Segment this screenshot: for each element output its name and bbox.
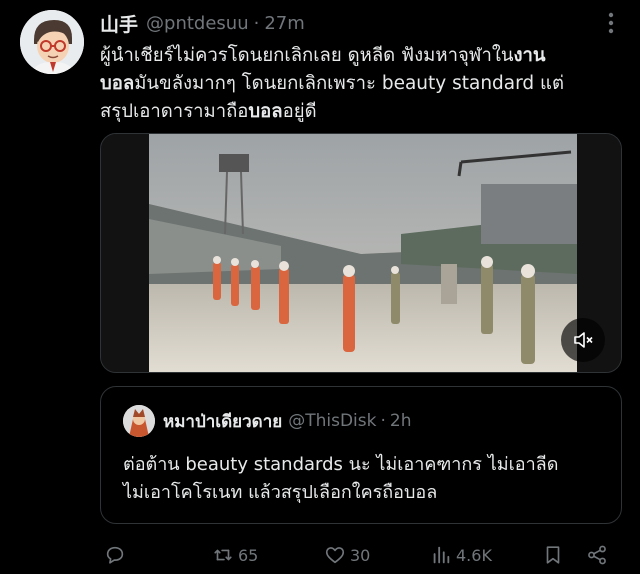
video-media[interactable]: [100, 133, 622, 373]
avatar[interactable]: [20, 10, 84, 74]
quote-handle[interactable]: @ThisDisk: [288, 411, 376, 431]
text-segment: สรุปเอาดารามาถือ: [100, 101, 249, 122]
bold-segment: งาน: [513, 45, 546, 66]
text-segment: ผู้นำเชียร์ไม่ควรโดนยกเลิกเลย ดูหลีด ฟัง…: [100, 45, 514, 66]
quote-text-line: ไม่เอาโคโรเนท แล้วสรุปเลือกใครถือบอล: [123, 482, 438, 503]
bookmark-icon: [546, 546, 560, 564]
text-segment: มันขลังมากๆ โดนยกเลิกเพราะ beauty standa…: [134, 73, 564, 94]
avatar-image: [20, 10, 84, 74]
quote-display-name[interactable]: หมาป่าเดียวดาย: [163, 408, 282, 435]
like-button[interactable]: 30: [324, 540, 370, 570]
retweet-button[interactable]: 65: [212, 540, 258, 570]
mute-icon: [574, 332, 593, 348]
quote-text-line: ต่อต้าน beauty standards นะ ไม่เอาคฑากร …: [123, 454, 559, 475]
quote-tweet[interactable]: หมาป่าเดียวดาย @ThisDisk · 2h ต่อต้าน be…: [100, 386, 622, 524]
retweet-count: 65: [238, 545, 259, 565]
retweet-icon: [214, 549, 232, 561]
more-icon: [608, 12, 614, 34]
separator-dot: ·: [380, 411, 386, 431]
tweet-text-line: บอลมันขลังมากๆ โดนยกเลิกเพราะ beauty sta…: [100, 70, 615, 98]
heart-icon: [325, 547, 345, 564]
quote-avatar[interactable]: [123, 405, 155, 437]
tweet-text-line: ผู้นำเชียร์ไม่ควรโดนยกเลิกเลย ดูหลีด ฟัง…: [100, 42, 615, 70]
bold-segment: บอล: [248, 101, 283, 122]
share-icon: [588, 545, 606, 565]
reply-icon: [106, 546, 124, 564]
quote-text: ต่อต้าน beauty standards นะ ไม่เอาคฑากร …: [123, 451, 603, 507]
tweet-header: 山手 @pntdesuu · 27m: [100, 10, 305, 36]
bold-segment: บอล: [100, 73, 135, 94]
tweet-text-line: สรุปเอาดารามาถือบอลอยู่ดี: [100, 98, 615, 126]
action-bar: 65 30 4.6K: [100, 540, 620, 570]
quote-header: หมาป่าเดียวดาย @ThisDisk · 2h: [163, 407, 411, 435]
timestamp[interactable]: 27m: [264, 13, 304, 34]
video-frame: [101, 134, 621, 372]
separator-dot: ·: [253, 12, 260, 34]
reply-button[interactable]: [104, 540, 130, 570]
views-icon: [433, 546, 450, 564]
user-handle[interactable]: @pntdesuu: [146, 13, 249, 34]
bookmark-button[interactable]: [542, 540, 564, 570]
mute-button[interactable]: [561, 318, 605, 362]
display-name[interactable]: 山手: [100, 10, 138, 37]
quote-avatar-image: [123, 405, 155, 437]
text-segment: อยู่ดี: [282, 101, 317, 122]
views-count: 4.6K: [456, 545, 492, 565]
like-count: 30: [350, 545, 371, 565]
share-button[interactable]: [586, 540, 608, 570]
more-options-button[interactable]: [600, 10, 622, 36]
tweet-text: ผู้นำเชียร์ไม่ควรโดนยกเลิกเลย ดูหลีด ฟัง…: [100, 42, 615, 126]
views-button[interactable]: 4.6K: [430, 540, 492, 570]
quote-timestamp[interactable]: 2h: [390, 411, 412, 431]
